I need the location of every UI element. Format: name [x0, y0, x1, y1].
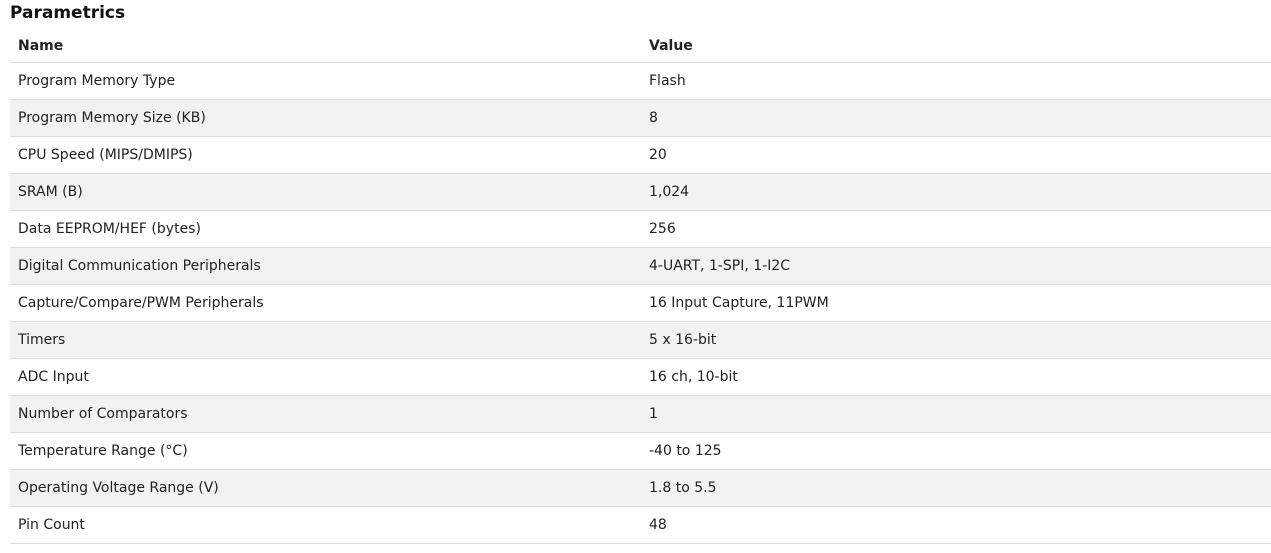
table-row: Temperature Range (°C) -40 to 125 — [10, 432, 1271, 470]
param-name: Data EEPROM/HEF (bytes) — [10, 210, 641, 248]
param-name: Number of Comparators — [10, 395, 641, 433]
table-row: CPU Speed (MIPS/DMIPS) 20 — [10, 136, 1271, 174]
param-name: Temperature Range (°C) — [10, 432, 641, 470]
parametrics-panel: Parametrics Name Value Program Memory Ty… — [0, 0, 1271, 553]
table-row: Program Memory Type Flash — [10, 62, 1271, 100]
param-value: 8 — [641, 99, 1271, 137]
table-row: Pin Count 48 — [10, 506, 1271, 544]
param-value: 1,024 — [641, 173, 1271, 211]
param-name: Program Memory Type — [10, 62, 641, 100]
table-row: SRAM (B) 1,024 — [10, 173, 1271, 211]
param-name: Operating Voltage Range (V) — [10, 469, 641, 507]
param-name: Program Memory Size (KB) — [10, 99, 641, 137]
table-row: Program Memory Size (KB) 8 — [10, 99, 1271, 137]
param-value: 16 Input Capture, 11PWM — [641, 284, 1271, 322]
param-value: -40 to 125 — [641, 432, 1271, 470]
column-header-value: Value — [641, 30, 1271, 63]
param-value: 16 ch, 10-bit — [641, 358, 1271, 396]
param-name: Digital Communication Peripherals — [10, 247, 641, 285]
param-value: 1 — [641, 395, 1271, 433]
table-row: Timers 5 x 16-bit — [10, 321, 1271, 359]
table-row: Capture/Compare/PWM Peripherals 16 Input… — [10, 284, 1271, 322]
param-name: Capture/Compare/PWM Peripherals — [10, 284, 641, 322]
param-name: Pin Count — [10, 506, 641, 544]
column-header-name: Name — [10, 30, 641, 63]
table-header-row: Name Value — [10, 30, 1271, 63]
param-value: 20 — [641, 136, 1271, 174]
table-row: Data EEPROM/HEF (bytes) 256 — [10, 210, 1271, 248]
param-name: CPU Speed (MIPS/DMIPS) — [10, 136, 641, 174]
parametrics-table: Name Value Program Memory Type Flash Pro… — [10, 30, 1271, 544]
section-title: Parametrics — [10, 3, 126, 23]
table-row: Number of Comparators 1 — [10, 395, 1271, 433]
param-value: 48 — [641, 506, 1271, 544]
param-value: 1.8 to 5.5 — [641, 469, 1271, 507]
table-row: Operating Voltage Range (V) 1.8 to 5.5 — [10, 469, 1271, 507]
param-value: 4-UART, 1-SPI, 1-I2C — [641, 247, 1271, 285]
table-row: Digital Communication Peripherals 4-UART… — [10, 247, 1271, 285]
param-name: Timers — [10, 321, 641, 359]
param-value: Flash — [641, 62, 1271, 100]
param-name: ADC Input — [10, 358, 641, 396]
param-name: SRAM (B) — [10, 173, 641, 211]
param-value: 5 x 16-bit — [641, 321, 1271, 359]
table-row: ADC Input 16 ch, 10-bit — [10, 358, 1271, 396]
param-value: 256 — [641, 210, 1271, 248]
